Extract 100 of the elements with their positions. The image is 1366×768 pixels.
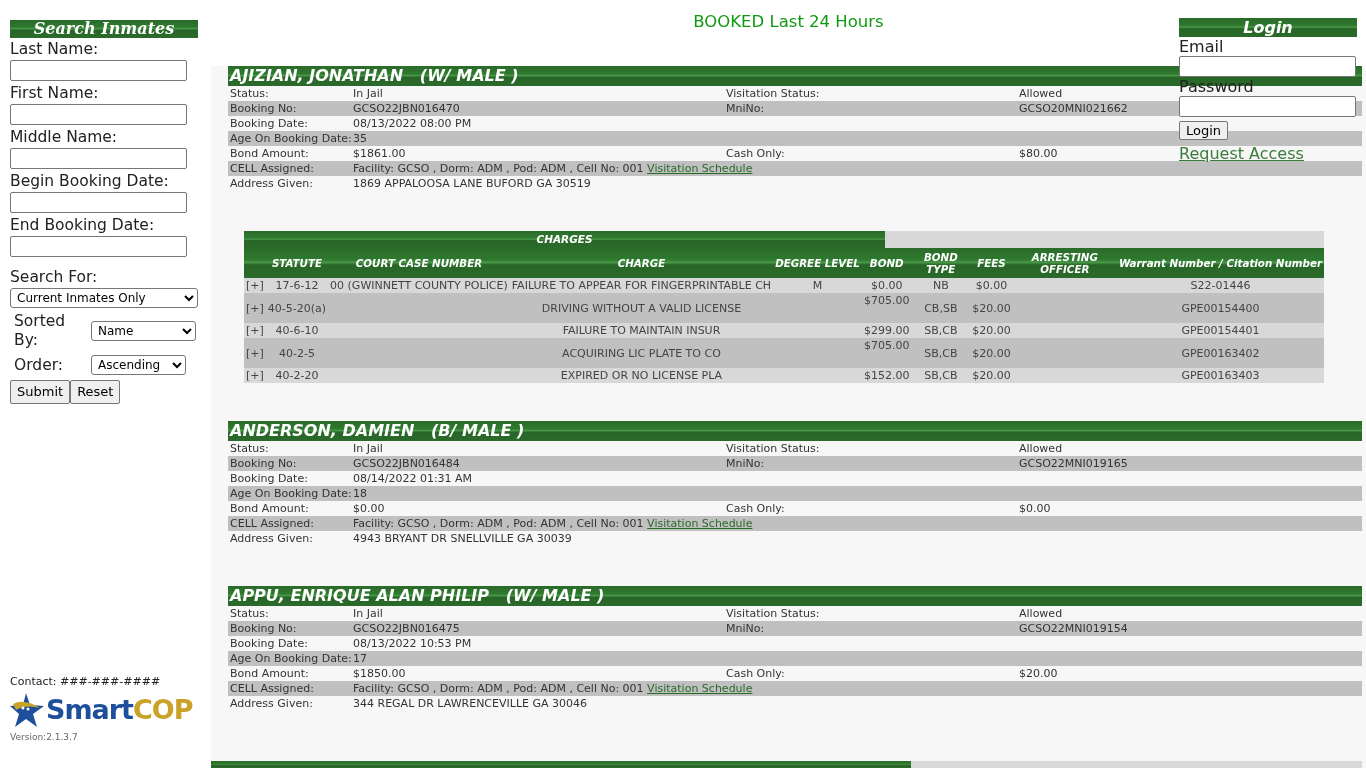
field-label: Booking No: bbox=[229, 456, 298, 471]
reset-button[interactable]: Reset bbox=[70, 380, 121, 404]
table-cell: $0.00 bbox=[975, 279, 1008, 292]
field-value: 18 bbox=[353, 486, 368, 501]
password-field[interactable] bbox=[1179, 96, 1356, 117]
column-header: DEGREE LEVEL bbox=[773, 248, 862, 278]
logo-text: COP bbox=[133, 693, 193, 727]
table-cell: 40-2-20 bbox=[275, 369, 319, 382]
charges-header: CHARGES bbox=[244, 231, 885, 248]
expand-toggle[interactable]: [+] bbox=[246, 279, 264, 292]
field-label: End Booking Date: bbox=[10, 215, 156, 236]
field-label: Cash Only: bbox=[726, 146, 786, 161]
field-value: 35 bbox=[353, 131, 368, 146]
field-value: $1850.00 bbox=[353, 666, 407, 681]
field-value: $80.00 bbox=[1019, 147, 1058, 160]
field-label: Booking No: bbox=[229, 621, 298, 636]
table-cell: EXPIRED OR NO LICENSE PLA bbox=[560, 369, 723, 382]
visitation-schedule-link[interactable]: Visitation Schedule bbox=[647, 517, 753, 530]
visitation-schedule-link[interactable]: Visitation Schedule bbox=[647, 682, 753, 695]
table-cell: 40-6-10 bbox=[275, 324, 319, 337]
version-text: Version:2.1.3.7 bbox=[10, 730, 79, 744]
login-button[interactable]: Login bbox=[1179, 121, 1229, 140]
email-field[interactable] bbox=[1179, 56, 1356, 77]
table-cell: 40-2-5 bbox=[278, 346, 315, 360]
field-label: MniNo: bbox=[726, 621, 766, 636]
visitation-schedule-link[interactable]: Visitation Schedule bbox=[647, 162, 753, 175]
field-value: GCSO22JBN016484 bbox=[353, 456, 461, 471]
table-cell: $20.00 bbox=[972, 346, 1011, 360]
expand-toggle[interactable]: [+] bbox=[246, 301, 264, 315]
search-for-dropdown[interactable]: Current Inmates Only bbox=[10, 288, 198, 308]
field-value: In Jail bbox=[353, 606, 384, 621]
expand-toggle[interactable]: [+] bbox=[246, 346, 264, 360]
table-cell: GPE00163403 bbox=[1181, 369, 1260, 382]
table-cell: SB,CB bbox=[924, 324, 958, 337]
field-value: Facility: GCSO , Dorm: ADM , Pod: ADM , Cell No: 001 bbox=[353, 162, 644, 175]
sort-dropdown[interactable]: Name bbox=[91, 321, 196, 341]
field-label: Age On Booking Date: bbox=[229, 131, 353, 146]
table-cell: $0.00 bbox=[870, 279, 903, 292]
field-label: Status: bbox=[229, 86, 270, 101]
field-label: Age On Booking Date: bbox=[229, 486, 353, 501]
field-value: GCSO22JBN016470 bbox=[353, 101, 461, 116]
table-cell: $152.00 bbox=[863, 369, 910, 382]
column-header: BOND TYPE bbox=[911, 248, 971, 278]
field-label: Begin Booking Date: bbox=[10, 171, 170, 192]
expand-toggle[interactable]: [+] bbox=[246, 369, 264, 382]
table-cell: SB,CB bbox=[924, 369, 958, 382]
field-value: Allowed bbox=[1019, 442, 1063, 455]
table-cell: GPE00154401 bbox=[1181, 324, 1260, 337]
table-cell: GPE00163402 bbox=[1181, 346, 1260, 360]
field-value: 17 bbox=[353, 651, 368, 666]
logo-text: Smart bbox=[46, 693, 134, 727]
field-label: Bond Amount: bbox=[229, 501, 310, 516]
field-value: 08/13/2022 08:00 PM bbox=[353, 116, 473, 131]
field-label: MniNo: bbox=[726, 456, 766, 471]
table-cell: 40-5-20(a) bbox=[267, 301, 327, 315]
field-value: 1869 APPALOOSA LANE BUFORD GA 30519 bbox=[353, 176, 592, 191]
field-value: 08/13/2022 10:53 PM bbox=[353, 636, 473, 651]
field-label: Cash Only: bbox=[726, 501, 786, 516]
inmate-name: ANDERSON, DAMIEN (B/ MALE ) bbox=[228, 421, 1362, 441]
input-field[interactable] bbox=[10, 192, 187, 213]
column-header: CHARGE bbox=[509, 248, 774, 278]
table-cell: CB,SB bbox=[924, 301, 958, 315]
column-header: FEES bbox=[970, 248, 1013, 278]
field-label: Booking Date: bbox=[229, 471, 309, 486]
table-cell: M bbox=[812, 279, 823, 292]
field-label: Visitation Status: bbox=[726, 606, 821, 621]
star-icon bbox=[10, 692, 46, 729]
table-cell: DRIVING WITHOUT A VALID LICENSE bbox=[541, 301, 742, 315]
field-label: Booking Date: bbox=[229, 116, 309, 131]
field-value: GCSO22MNI019165 bbox=[1019, 457, 1128, 470]
field-value: Allowed bbox=[1019, 87, 1063, 100]
input-field[interactable] bbox=[10, 104, 187, 125]
field-label: Order: bbox=[14, 355, 64, 376]
table-cell: $705.00 bbox=[863, 294, 910, 307]
field-value: GCSO22MNI019154 bbox=[1019, 622, 1128, 635]
field-label: First Name: bbox=[10, 83, 100, 104]
field-label: MniNo: bbox=[726, 101, 766, 116]
field-label: Cash Only: bbox=[726, 666, 786, 681]
field-label: Bond Amount: bbox=[229, 666, 310, 681]
field-label: Middle Name: bbox=[10, 127, 119, 148]
table-cell: ACQUIRING LIC PLATE TO CO bbox=[562, 346, 721, 360]
field-value: 344 REGAL DR LAWRENCEVILLE GA 30046 bbox=[353, 696, 588, 711]
field-value: Facility: GCSO , Dorm: ADM , Pod: ADM , Cell No: 001 bbox=[353, 682, 644, 695]
field-label: Age On Booking Date: bbox=[229, 651, 353, 666]
field-value: GCSO22JBN016475 bbox=[353, 621, 461, 636]
column-header: STATUTE bbox=[265, 248, 329, 278]
field-label: Last Name: bbox=[10, 39, 100, 60]
request-access-link[interactable]: Request Access bbox=[1179, 144, 1304, 163]
expand-toggle[interactable]: [+] bbox=[246, 324, 264, 337]
submit-button[interactable]: Submit bbox=[10, 380, 71, 404]
input-field[interactable] bbox=[10, 148, 187, 169]
input-field[interactable] bbox=[10, 236, 187, 257]
input-field[interactable] bbox=[10, 60, 187, 81]
field-label: CELL Assigned: bbox=[229, 516, 315, 531]
field-label: Booking Date: bbox=[229, 636, 309, 651]
column-header: ARRESTING OFFICER bbox=[1012, 248, 1117, 278]
panel-title: Search Inmates bbox=[10, 20, 198, 38]
field-value: In Jail bbox=[353, 86, 384, 101]
field-value: 08/14/2022 01:31 AM bbox=[353, 471, 474, 486]
order-dropdown[interactable]: Ascending bbox=[91, 355, 186, 375]
